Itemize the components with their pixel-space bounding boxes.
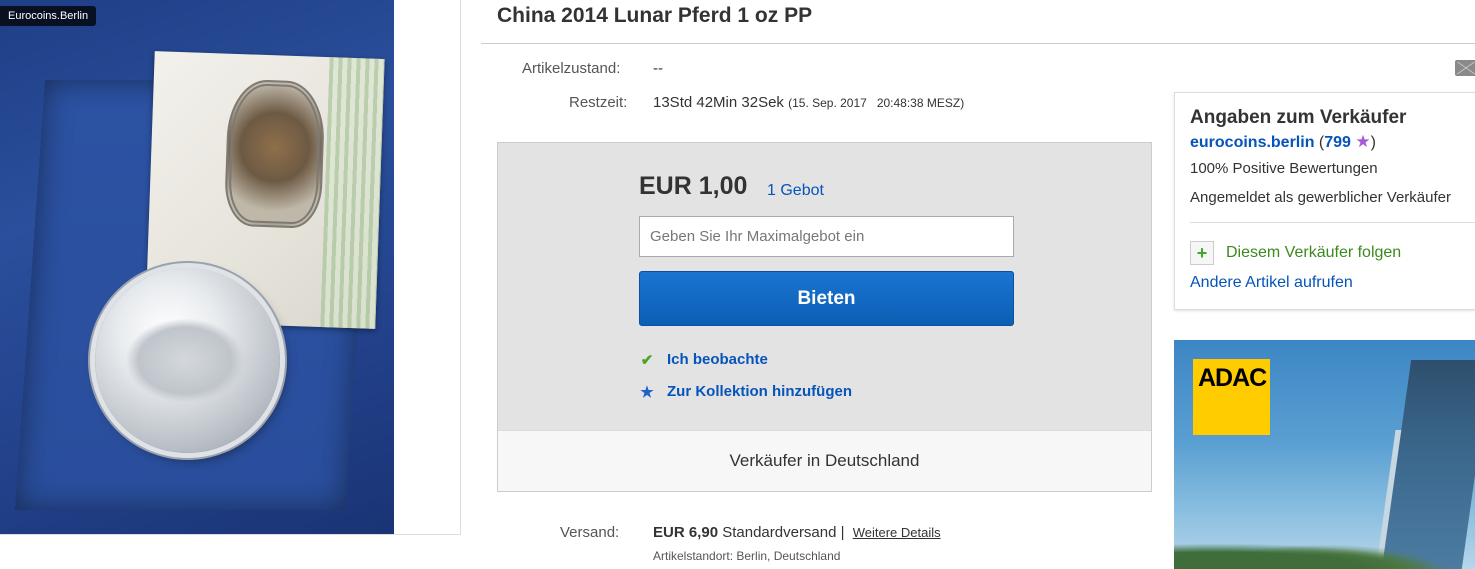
product-photo[interactable]: Eurocoins.Berlin — [0, 0, 394, 534]
shipping-price: EUR 6,90 — [653, 524, 719, 541]
positive-feedback: 100% Positive Bewertungen — [1190, 160, 1378, 177]
condition-label: Artikelzustand: — [522, 60, 621, 77]
seller-divider — [1190, 222, 1475, 223]
seller-type: Angemeldet als gewerblicher Verkäufer — [1190, 189, 1451, 206]
time-left-label: Restzeit: — [569, 94, 628, 111]
title-divider — [481, 43, 1475, 44]
ad-trees — [1174, 539, 1475, 569]
other-items-link[interactable]: Andere Artikel aufrufen — [1190, 274, 1353, 292]
horse-motif — [125, 318, 245, 403]
collection-label: Zur Kollektion hinzufügen — [667, 383, 852, 400]
shipping-label: Versand: — [560, 524, 620, 541]
score-close: ) — [1370, 134, 1376, 151]
check-icon: ✔ — [640, 351, 654, 369]
time-left-value: 13Std 42Min 32Sek — [653, 94, 784, 111]
watch-label: Ich beobachte — [667, 351, 768, 368]
watch-action[interactable]: ✔ Ich beobachte — [639, 351, 768, 369]
follow-seller-label: Diesem Verkäufer folgen — [1226, 244, 1402, 261]
feedback-score-link[interactable]: 799 — [1324, 134, 1351, 151]
silver-coin — [95, 268, 280, 453]
item-title: China 2014 Lunar Pferd 1 oz PP — [497, 4, 813, 27]
bid-button[interactable]: Bieten — [639, 271, 1014, 326]
temple-frame — [223, 78, 326, 229]
seller-location-text: Verkäufer in Deutschland — [729, 451, 920, 470]
image-panel: Eurocoins.Berlin — [0, 0, 461, 535]
seller-heading: Angaben zum Verkäufer — [1190, 107, 1407, 128]
bid-count-link[interactable]: 1 Gebot — [767, 182, 824, 200]
seller-info-box: Angaben zum Verkäufer eurocoins.berlin (… — [1174, 92, 1475, 310]
rating-star-icon: ★ — [1355, 132, 1371, 151]
condition-value: -- — [653, 60, 663, 77]
certificate-band — [320, 57, 385, 329]
follow-seller-button[interactable]: + Diesem Verkäufer folgen — [1190, 241, 1401, 265]
star-icon: ★ — [640, 383, 654, 401]
image-watermark: Eurocoins.Berlin — [0, 6, 97, 26]
adac-logo: ADAC — [1193, 359, 1270, 435]
plus-icon: + — [1190, 241, 1214, 265]
shipping-method: Standardversand | — [722, 524, 845, 541]
seller-name-line: eurocoins.berlin (799 ★) — [1190, 132, 1376, 152]
mail-icon[interactable] — [1455, 60, 1475, 76]
shipping-info: EUR 6,90 Standardversand | Weitere Detai… — [653, 524, 941, 541]
add-to-collection-action[interactable]: ★ Zur Kollektion hinzufügen — [639, 383, 852, 401]
bid-box: EUR 1,00 1 Gebot Bieten ✔ Ich beobachte … — [497, 142, 1152, 492]
max-bid-input[interactable] — [639, 216, 1014, 257]
current-price: EUR 1,00 — [639, 172, 748, 200]
shipping-details-link[interactable]: Weitere Details — [853, 525, 941, 540]
time-left-block: 13Std 42Min 32Sek (15. Sep. 2017 20:48:3… — [653, 94, 964, 111]
adac-advertisement[interactable]: ADAC — [1174, 340, 1475, 569]
seller-name-link[interactable]: eurocoins.berlin — [1190, 134, 1314, 151]
end-date: (15. Sep. 2017 20:48:38 MESZ) — [788, 96, 965, 110]
item-location: Artikelstandort: Berlin, Deutschland — [653, 549, 841, 563]
seller-location-note: Verkäufer in Deutschland — [498, 430, 1151, 491]
